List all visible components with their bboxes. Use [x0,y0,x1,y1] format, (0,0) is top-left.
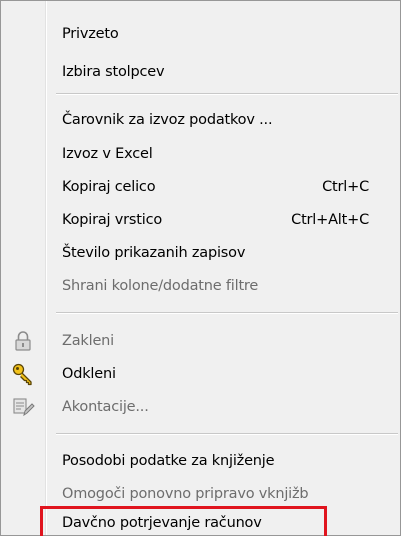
menu-item-carovnik-izvoz[interactable]: Čarovnik za izvoz podatkov ... [1,104,400,136]
menu-item-zakleni: Zakleni [1,325,400,357]
menu-item-akontacije: Akontacije... [1,391,400,423]
lock-icon [11,329,35,353]
menu-item-label: Izvoz v Excel [62,146,153,162]
menu-item-label: Odkleni [62,366,116,382]
menu-separator [56,93,398,95]
menu-item-posodobi-podatke[interactable]: Posodobi podatke za knjiženje [1,445,400,477]
menu-item-shortcut: Ctrl+Alt+C [291,212,369,228]
context-menu: Privzeto Izbira stolpcev Čarovnik za izv… [0,0,401,536]
menu-item-kopiraj-vrstico[interactable]: Kopiraj vrstico Ctrl+Alt+C [1,204,400,236]
menu-separator [56,312,398,314]
menu-item-label: Omogoči ponovno pripravo vknjižb [62,486,309,502]
menu-separator [56,433,398,435]
menu-item-privzeto[interactable]: Privzeto [1,18,400,50]
menu-item-label: Akontacije... [62,399,149,415]
highlight-annotation-box [40,506,327,536]
menu-item-label: Privzeto [62,26,119,42]
menu-item-stevilo-zapisov[interactable]: Število prikazanih zapisov [1,237,400,269]
menu-item-label: Posodobi podatke za knjiženje [62,453,275,469]
menu-item-label: Število prikazanih zapisov [62,245,246,261]
menu-item-label: Čarovnik za izvoz podatkov ... [62,112,273,128]
menu-item-label: Kopiraj celico [62,179,156,195]
menu-item-izvoz-excel[interactable]: Izvoz v Excel [1,138,400,170]
menu-item-shrani-kolone: Shrani kolone/dodatne filtre [1,270,400,302]
key-icon [11,362,35,386]
menu-item-label: Kopiraj vrstico [62,212,163,228]
menu-item-odkleni[interactable]: Odkleni [1,358,400,390]
menu-item-izbira-stolpcev[interactable]: Izbira stolpcev [1,56,400,88]
menu-item-label: Izbira stolpcev [62,64,165,80]
document-edit-icon [11,395,35,419]
menu-item-kopiraj-celico[interactable]: Kopiraj celico Ctrl+C [1,171,400,203]
menu-item-label: Shrani kolone/dodatne filtre [62,278,259,294]
menu-item-label: Zakleni [62,333,114,349]
menu-item-shortcut: Ctrl+C [322,179,369,195]
